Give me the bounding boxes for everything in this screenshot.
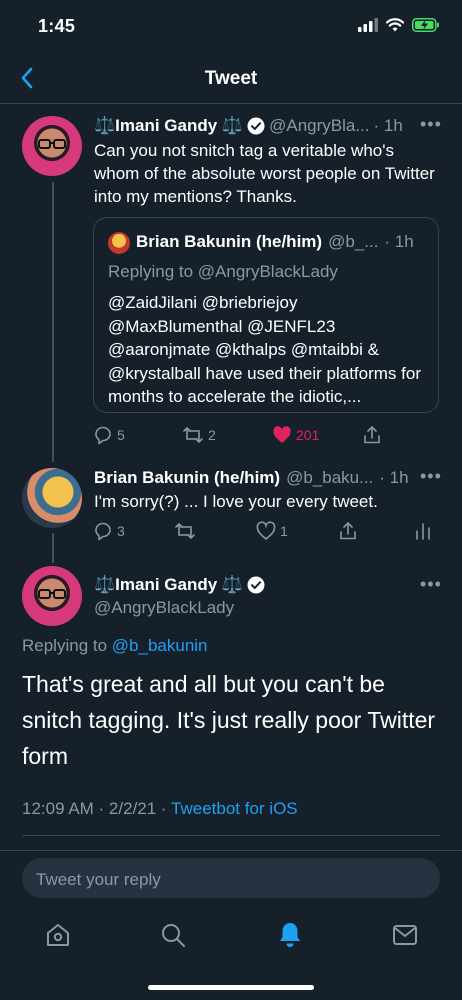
main-tweet-header: ⚖️Imani Gandy ⚖️ <box>94 575 265 595</box>
reply-button[interactable]: 5 <box>93 425 125 445</box>
like-count: 201 <box>296 427 320 443</box>
reply-count: 5 <box>117 427 125 443</box>
signal-icon <box>358 18 378 32</box>
author-handle: @b_baku... <box>286 468 374 487</box>
quote-avatar <box>108 232 130 254</box>
status-icons <box>358 18 440 32</box>
quote-age: · 1h <box>384 232 414 251</box>
avatar[interactable] <box>22 566 82 626</box>
quote-text: @ZaidJilani @briebriejoy @MaxBlumenthal … <box>108 293 421 406</box>
author-name[interactable]: Brian Bakunin (he/him) <box>94 468 280 488</box>
reply-input-placeholder: Tweet your reply <box>36 870 161 889</box>
tweet-text: Can you not snitch tag a veritable who's… <box>94 141 435 206</box>
thread-line <box>52 533 54 563</box>
quote-author-handle: @b_... <box>328 232 379 251</box>
avatar[interactable] <box>22 116 82 176</box>
verified-badge-icon <box>247 117 265 135</box>
like-button[interactable]: 201 <box>272 425 319 445</box>
nav-title: Tweet <box>204 68 258 89</box>
reply-icon <box>95 426 111 445</box>
avatar[interactable] <box>22 468 82 528</box>
retweet-button[interactable] <box>174 521 196 541</box>
search-icon[interactable] <box>160 922 186 948</box>
verified-badge-icon <box>247 576 265 594</box>
like-count: 1 <box>280 523 288 539</box>
reply-icon <box>95 522 111 541</box>
author-handle: @AngryBlackLady <box>94 598 235 617</box>
status-time: 1:45 <box>38 16 76 36</box>
retweet-icon <box>175 523 195 539</box>
quote-replying-to: Replying to @AngryBlackLady <box>108 262 338 281</box>
replying-to: Replying to @b_bakunin <box>22 636 208 655</box>
tweet-age: · 1h <box>379 468 409 487</box>
tweet-meta: 12:09 AM · 2/2/21 · Tweetbot for iOS <box>22 799 298 819</box>
author-name[interactable]: ⚖️Imani Gandy ⚖️ <box>94 575 243 595</box>
home-icon[interactable] <box>45 922 71 948</box>
avatar-glasses-icon <box>38 589 66 599</box>
quote-header: Brian Bakunin (he/him) @b_... · 1h <box>136 232 431 252</box>
quote-author-name: Brian Bakunin (he/him) <box>136 232 323 251</box>
battery-charging-icon <box>412 18 439 32</box>
more-icon[interactable]: ••• <box>420 114 442 135</box>
wifi-icon <box>386 18 404 32</box>
tweet-header: ⚖️Imani Gandy ⚖️ @AngryBla... · 1h <box>94 115 444 137</box>
more-icon[interactable]: ••• <box>420 574 442 595</box>
author-handle: @AngryBla... <box>269 116 370 135</box>
divider <box>22 835 440 836</box>
avatar-glasses-icon <box>38 139 66 149</box>
tweet-header: Brian Bakunin (he/him) @b_baku... · 1h <box>94 468 414 488</box>
main-tweet-text: That's great and all but you can't be sn… <box>22 671 436 769</box>
retweet-icon <box>183 427 203 443</box>
tweet-timestamp: 12:09 AM · 2/2/21 · <box>22 799 167 818</box>
tweet-text: I'm sorry(?) ... I love your every tweet… <box>94 492 378 511</box>
home-indicator <box>148 985 314 990</box>
reply-button[interactable]: 3 <box>93 521 125 541</box>
tweet-source-link[interactable]: Tweetbot for iOS <box>171 799 298 818</box>
like-button[interactable]: 1 <box>256 521 288 541</box>
stats-icon[interactable] <box>414 521 432 541</box>
author-name[interactable]: ⚖️Imani Gandy ⚖️ <box>94 116 243 136</box>
retweet-button[interactable]: 2 <box>182 425 216 445</box>
share-icon[interactable] <box>338 521 358 541</box>
retweet-count: 2 <box>208 427 216 443</box>
more-icon[interactable]: ••• <box>420 466 442 487</box>
thread-line <box>52 182 54 462</box>
like-icon <box>256 521 276 541</box>
like-icon <box>273 426 291 443</box>
replying-to-link[interactable]: @b_bakunin <box>112 636 208 655</box>
share-icon[interactable] <box>362 425 382 445</box>
divider <box>0 850 462 851</box>
tweet-age: · 1h <box>373 116 403 135</box>
notifications-icon[interactable] <box>277 921 303 949</box>
messages-icon[interactable] <box>392 923 418 947</box>
reply-count: 3 <box>117 523 125 539</box>
